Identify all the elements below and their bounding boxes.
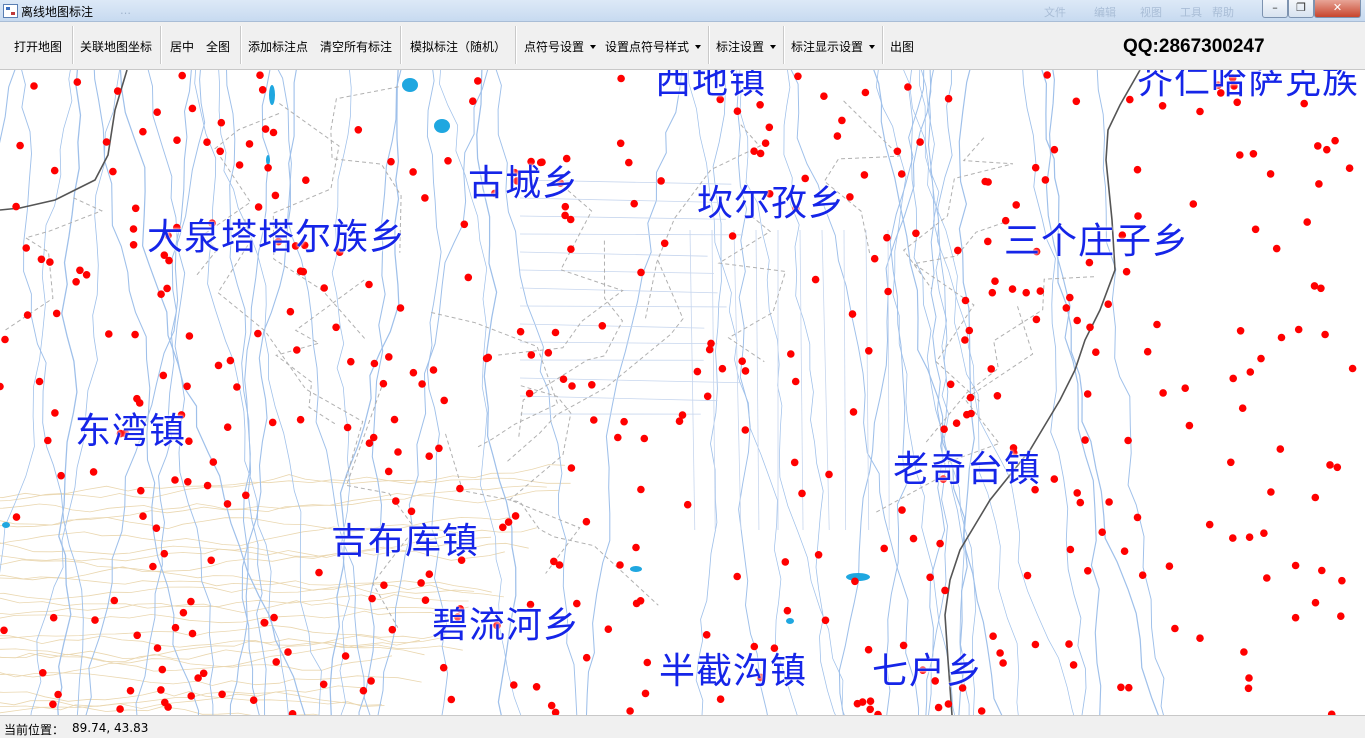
simulate-labels-button[interactable]: 模拟标注（随机）: [410, 38, 506, 55]
current-position-label: 当前位置：: [4, 721, 64, 738]
clear-all-labels-button[interactable]: 清空所有标注: [320, 38, 392, 55]
map-canvas[interactable]: 西地镇 芥仁哈萨克族 古城乡 坎尔孜乡 大泉塔塔尔族乡 三个庄子乡 东湾镇 老奇…: [0, 70, 1365, 715]
maximize-button[interactable]: ❐: [1288, 0, 1314, 18]
label-settings-dropdown[interactable]: 标注设置: [716, 38, 776, 55]
place-label-sangezhuangzi[interactable]: 三个庄子乡: [1004, 224, 1189, 260]
toolbar-separator: [708, 26, 709, 64]
link-map-coords-button[interactable]: 关联地图坐标: [80, 38, 152, 55]
label-display-dropdown[interactable]: 标注显示设置: [791, 38, 875, 55]
place-label-qihu[interactable]: 七户乡: [872, 654, 983, 690]
contact-qq-label: QQ:2867300247: [1123, 36, 1265, 58]
chevron-down-icon: [770, 45, 776, 49]
minimize-button[interactable]: –: [1262, 0, 1288, 18]
dropdown-label: 标注设置: [716, 40, 764, 54]
dropdown-label: 标注显示设置: [791, 40, 863, 54]
chevron-down-icon: [869, 45, 875, 49]
close-button[interactable]: ✕: [1314, 0, 1361, 18]
window-title: 离线地图标注: [21, 3, 93, 20]
toolbar-separator: [882, 26, 883, 64]
background-menu-item: 工具: [1180, 4, 1202, 20]
symbol-settings-dropdown[interactable]: 点符号设置: [524, 38, 596, 55]
place-label-daquan[interactable]: 大泉塔塔尔族乡: [147, 220, 406, 256]
chevron-down-icon: [695, 45, 701, 49]
background-menu-item: 文件: [1044, 4, 1066, 20]
center-map-button[interactable]: 居中: [170, 38, 194, 55]
background-window-title: …: [120, 4, 131, 17]
toolbar: 打开地图 关联地图坐标 居中 全图 添加标注点 清空所有标注 模拟标注（随机） …: [0, 22, 1365, 70]
marker-points[interactable]: [0, 71, 1356, 715]
place-label-dongwan[interactable]: 东湾镇: [75, 414, 186, 450]
export-map-button[interactable]: 出图: [890, 38, 914, 55]
open-map-button[interactable]: 打开地图: [14, 38, 62, 55]
terrain-contours: [0, 465, 571, 715]
chevron-down-icon: [590, 45, 596, 49]
background-menu-item: 视图: [1140, 4, 1162, 20]
full-extent-button[interactable]: 全图: [206, 38, 230, 55]
background-menu-item: 帮助: [1212, 4, 1234, 20]
place-label-jieren[interactable]: 芥仁哈萨克族: [1137, 70, 1359, 100]
place-label-banjiegou[interactable]: 半截沟镇: [659, 654, 807, 690]
symbol-style-dropdown[interactable]: 设置点符号样式: [605, 38, 701, 55]
dropdown-label: 设置点符号样式: [605, 40, 689, 54]
place-label-laoqitai[interactable]: 老奇台镇: [893, 452, 1041, 488]
toolbar-separator: [783, 26, 784, 64]
toolbar-separator: [240, 26, 241, 64]
place-label-gucheng[interactable]: 古城乡: [468, 166, 579, 202]
current-position-value: 89.74, 43.83: [72, 721, 148, 735]
toolbar-separator: [72, 26, 73, 64]
place-label-xidi[interactable]: 西地镇: [655, 70, 766, 100]
map-svg[interactable]: [0, 70, 1365, 715]
app-icon: [3, 4, 18, 18]
place-label-jibuku[interactable]: 吉布库镇: [331, 524, 479, 560]
place-label-biliuhe[interactable]: 碧流河乡: [432, 608, 580, 644]
toolbar-separator: [160, 26, 161, 64]
toolbar-separator: [400, 26, 401, 64]
toolbar-separator: [515, 26, 516, 64]
dropdown-label: 点符号设置: [524, 40, 584, 54]
title-bar: 离线地图标注 … 文件 编辑 视图 工具 帮助 – ❐ ✕: [0, 0, 1365, 22]
background-menu-item: 编辑: [1094, 4, 1116, 20]
add-point-button[interactable]: 添加标注点: [248, 38, 308, 55]
place-label-kanerzi[interactable]: 坎尔孜乡: [697, 186, 845, 222]
status-bar: 当前位置： 89.74, 43.83: [0, 715, 1365, 738]
